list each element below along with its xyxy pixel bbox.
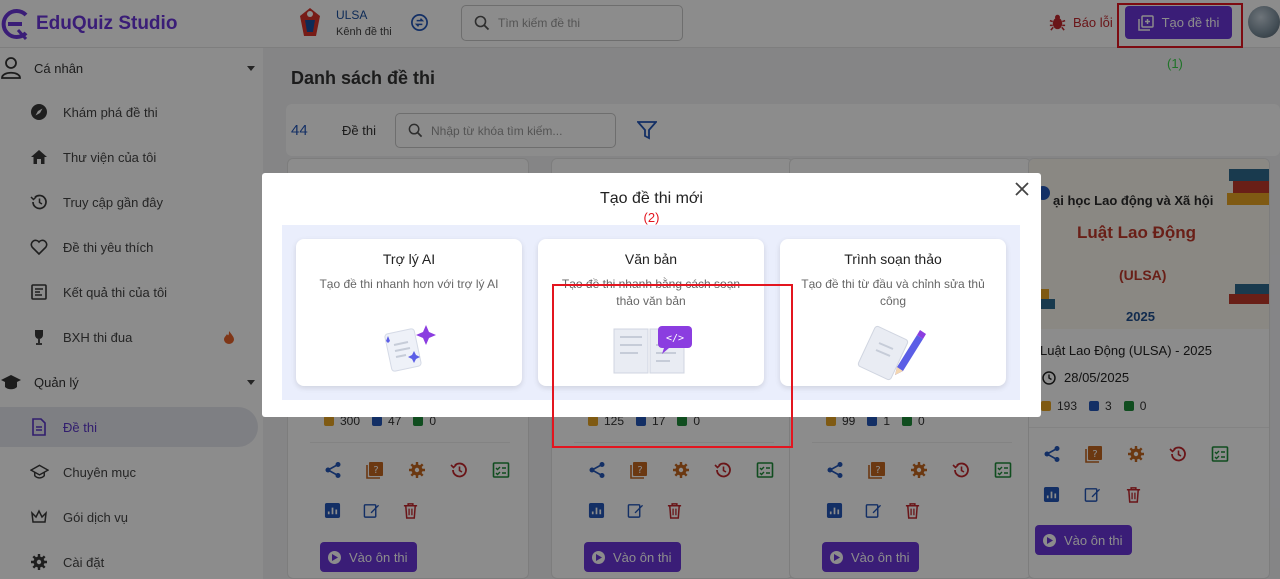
highlight-box-2 xyxy=(552,284,793,448)
create-exam-modal: Tạo đề thi mới (2) Trợ lý AI Tạo đề thi … xyxy=(262,173,1041,448)
options-container: Trợ lý AI Tạo đề thi nhanh hơn với trợ l… xyxy=(282,225,1020,448)
ai-document-icon xyxy=(384,325,436,372)
option-title: Trợ lý AI xyxy=(382,251,436,267)
modal-title: Tạo đề thi mới xyxy=(600,190,703,207)
close-icon[interactable] xyxy=(1015,182,1029,196)
option-editor[interactable]: Trình soạn thảo Tạo đề thi từ đầu và chỉ… xyxy=(780,239,1006,386)
option-ai-assistant[interactable]: Trợ lý AI Tạo đề thi nhanh hơn với trợ l… xyxy=(296,239,522,386)
option-description: Tạo đề thi từ đầu và chỉnh sửa thủ công xyxy=(801,277,985,308)
option-title: Trình soạn thảo xyxy=(844,251,942,267)
annotation-label-2: (2) xyxy=(643,210,660,225)
pencil-document-icon xyxy=(857,325,926,381)
option-description: Tạo đề thi nhanh hơn với trợ lý AI xyxy=(319,277,499,291)
option-title: Văn bản xyxy=(624,251,678,267)
